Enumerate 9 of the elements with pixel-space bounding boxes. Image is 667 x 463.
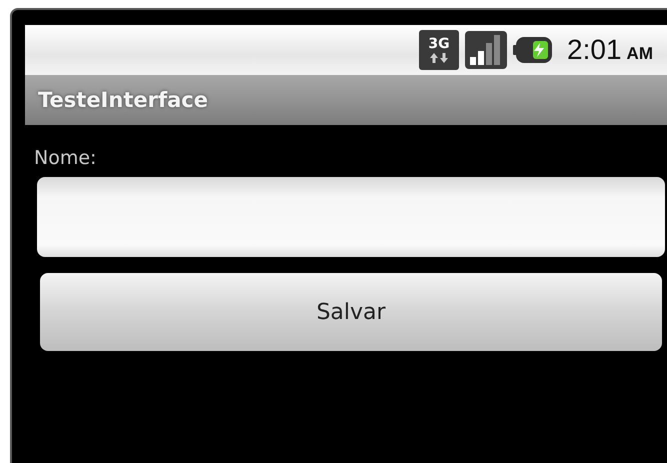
signal-icon — [465, 31, 508, 69]
network-type-icon: 3G — [419, 30, 460, 70]
name-input-field[interactable] — [37, 177, 665, 257]
app-title: TesteInterface — [38, 88, 208, 112]
clock-time: 2:01 — [567, 34, 622, 66]
name-label: Nome: — [34, 147, 98, 169]
battery-icon — [513, 36, 554, 64]
clock-meridiem: AM — [626, 44, 653, 64]
save-button[interactable]: Salvar — [40, 273, 662, 351]
